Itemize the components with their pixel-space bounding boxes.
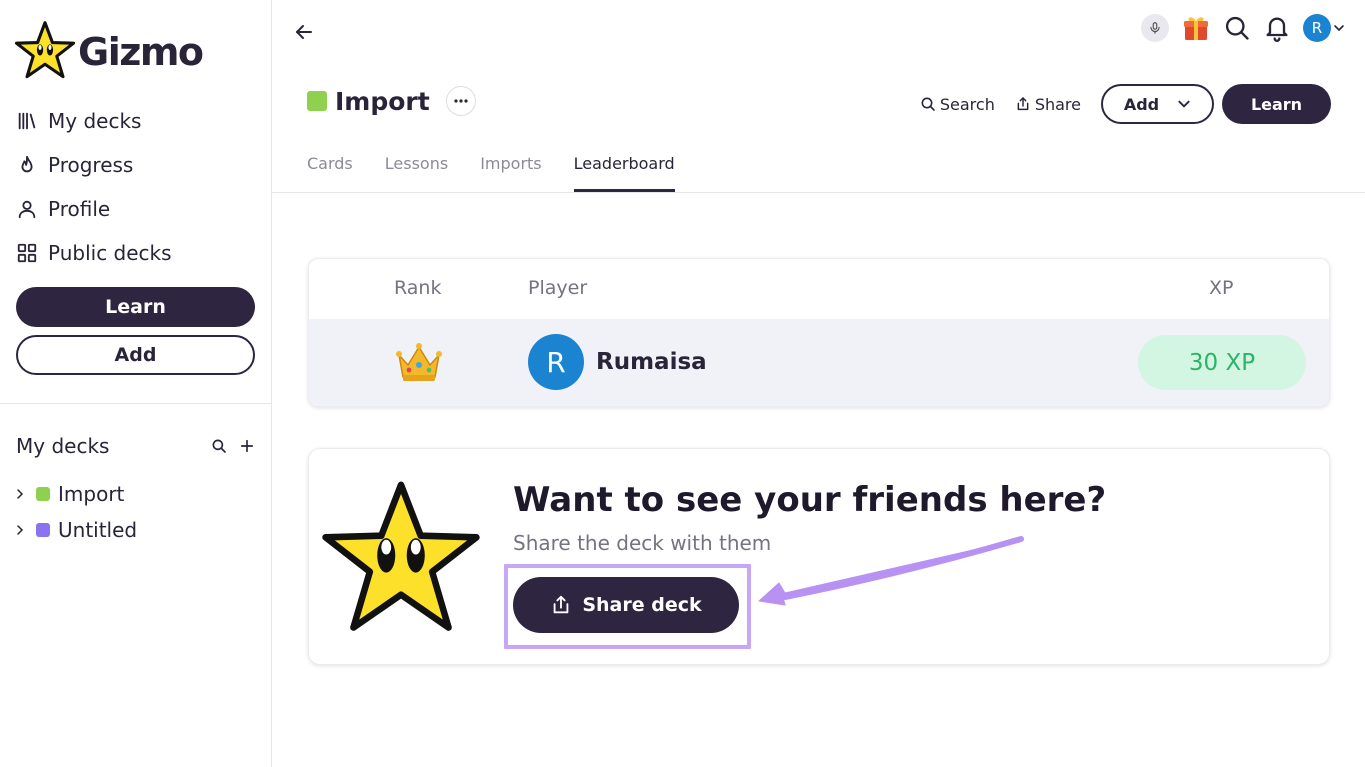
- sidebar-item-label: My decks: [48, 109, 142, 133]
- deck-color-swatch: [36, 487, 50, 501]
- microphone-button[interactable]: [1141, 14, 1169, 42]
- learn-button[interactable]: Learn: [1222, 84, 1331, 124]
- add-dropdown-button[interactable]: Add: [1101, 84, 1214, 124]
- tab-cards[interactable]: Cards: [307, 154, 353, 192]
- invite-subtitle: Share the deck with them: [513, 531, 772, 555]
- sidebar-item-label: Progress: [48, 153, 134, 177]
- my-decks-header: My decks: [16, 432, 256, 460]
- search-icon[interactable]: [210, 437, 228, 455]
- chevron-right-icon[interactable]: [14, 488, 26, 500]
- search-icon[interactable]: [1223, 14, 1251, 42]
- share-deck-label: Share deck: [582, 594, 702, 616]
- my-decks-title: My decks: [16, 434, 110, 458]
- more-options-button[interactable]: [445, 86, 476, 116]
- deck-item-label: Import: [58, 482, 125, 506]
- share-icon: [1017, 97, 1029, 111]
- gift-icon[interactable]: [1181, 13, 1211, 43]
- library-icon: [18, 112, 36, 130]
- search-link[interactable]: Search: [920, 95, 995, 114]
- gizmo-logo[interactable]: Gizmo: [14, 20, 204, 80]
- more-horizontal-icon: [454, 99, 468, 103]
- sidebar-learn-button[interactable]: Learn: [16, 287, 255, 327]
- star-logo-icon: [14, 21, 76, 79]
- search-icon: [921, 97, 935, 111]
- sidebar-item-profile[interactable]: Profile: [16, 187, 256, 231]
- add-label: Add: [1123, 94, 1160, 114]
- page-title: Import: [335, 86, 430, 116]
- annotation-arrow: [758, 536, 1024, 606]
- tab-imports[interactable]: Imports: [480, 154, 541, 192]
- user-icon: [18, 200, 36, 219]
- sidebar-add-button[interactable]: Add: [16, 335, 255, 375]
- deck-item-untitled[interactable]: Untitled: [14, 512, 254, 548]
- tab-leaderboard[interactable]: Leaderboard: [573, 154, 675, 192]
- chevron-down-icon: [1178, 100, 1190, 108]
- account-menu[interactable]: R: [1303, 14, 1345, 42]
- sidebar-divider: [0, 403, 271, 404]
- sidebar-item-label: Public decks: [48, 241, 172, 265]
- share-label: Share: [1034, 94, 1081, 114]
- invite-title: Want to see your friends here?: [513, 480, 1107, 520]
- tab-lessons[interactable]: Lessons: [385, 154, 448, 192]
- sidebar: Gizmo My decks Progress Profile Public d…: [0, 0, 272, 767]
- chevron-down-icon: [1334, 25, 1344, 32]
- my-decks-tools: [210, 437, 256, 455]
- top-bar-icons: R: [1141, 13, 1345, 43]
- deck-tabs: Cards Lessons Imports Leaderboard: [307, 154, 675, 192]
- avatar: R: [528, 334, 584, 390]
- player-name: Rumaisa: [596, 349, 707, 375]
- xp-badge: 30 XP: [1138, 335, 1306, 390]
- sidebar-item-progress[interactable]: Progress: [16, 143, 256, 187]
- deck-list: Import Untitled: [14, 476, 254, 548]
- flame-icon: [21, 155, 33, 173]
- plus-icon[interactable]: [238, 437, 256, 455]
- deck-color-swatch: [36, 523, 50, 537]
- app-name: Gizmo: [78, 30, 204, 74]
- deck-title-area: Import: [307, 86, 476, 116]
- sidebar-item-my-decks[interactable]: My decks: [16, 99, 256, 143]
- table-row: R Rumaisa 30 XP: [309, 319, 1329, 406]
- avatar: R: [1303, 14, 1331, 42]
- share-deck-button[interactable]: Share deck: [513, 577, 739, 633]
- deck-color-swatch: [307, 91, 327, 111]
- sidebar-nav: My decks Progress Profile Public decks: [16, 99, 256, 275]
- crown-icon: [396, 343, 442, 381]
- search-label: Search: [939, 94, 995, 114]
- chevron-right-icon[interactable]: [14, 524, 26, 536]
- sidebar-item-public-decks[interactable]: Public decks: [16, 231, 256, 275]
- column-header-xp: XP: [1209, 277, 1234, 299]
- deck-actions: Search Share Add Learn: [920, 84, 1331, 124]
- star-mascot-icon: [322, 481, 480, 631]
- deck-item-import[interactable]: Import: [14, 476, 254, 512]
- leaderboard-table: Rank Player XP R Rumaisa 30 XP: [308, 258, 1330, 407]
- back-arrow-icon[interactable]: [292, 20, 316, 44]
- column-header-player: Player: [528, 277, 588, 299]
- bell-icon[interactable]: [1263, 14, 1291, 42]
- sidebar-item-label: Profile: [48, 197, 111, 221]
- tabs-divider: [272, 192, 1365, 193]
- grid-icon: [17, 243, 37, 263]
- share-link[interactable]: Share: [1015, 95, 1081, 114]
- deck-item-label: Untitled: [58, 518, 138, 542]
- column-header-rank: Rank: [394, 277, 442, 299]
- microphone-icon: [1150, 22, 1160, 34]
- share-icon: [554, 595, 569, 614]
